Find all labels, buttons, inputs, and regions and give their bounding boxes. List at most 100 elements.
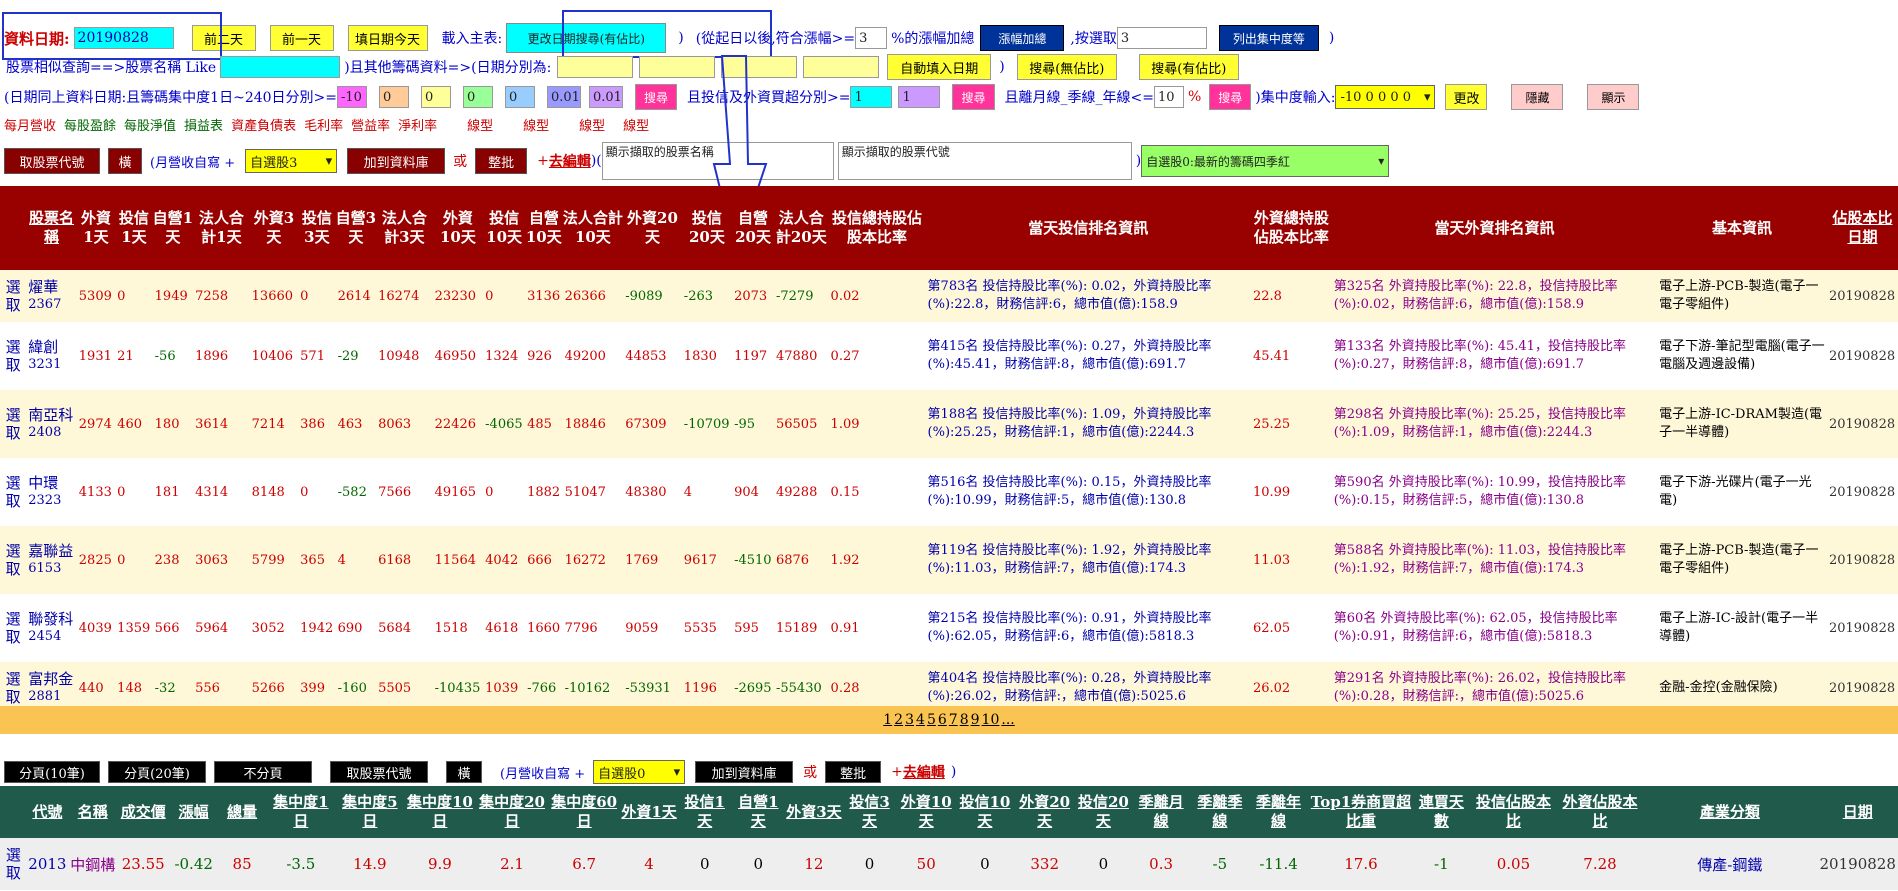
hide-button[interactable]: 隱藏 (1511, 84, 1564, 110)
page-link[interactable]: 7 (949, 712, 958, 728)
conc-input-7[interactable]: 0.01 (589, 86, 623, 108)
fetch-code-button-2[interactable]: 取股票代號 (330, 761, 428, 783)
pct: % (1187, 89, 1202, 105)
conc-input-6[interactable]: 0.01 (547, 86, 581, 108)
stock-name-input[interactable] (220, 56, 341, 78)
page-link[interactable]: 2 (894, 712, 903, 728)
search-no-ratio-button[interactable]: 搜尋(無佔比) (1016, 54, 1117, 80)
select-link[interactable]: 選取 (0, 594, 27, 662)
custom-select[interactable]: 自選股3 ▾ (245, 149, 338, 173)
auto-fill-date-button[interactable]: 自動填入日期 (887, 54, 992, 80)
code-textarea[interactable]: 顯示擷取的股票代號 (837, 142, 1132, 180)
custom-select-2[interactable]: 自選股0 ▾ (593, 760, 686, 784)
stock-code: 2323 (28, 493, 62, 508)
select-input[interactable]: 3 (1116, 27, 1207, 49)
ma-search-button[interactable]: 搜尋 (1209, 84, 1252, 110)
link-balance[interactable]: 資產負債表 (231, 115, 296, 134)
horizontal-button[interactable]: 橫 (108, 148, 142, 174)
page-link[interactable]: 6 (938, 712, 947, 728)
conc-input-2[interactable]: 0 (379, 86, 409, 108)
link-net[interactable]: 淨利率 (398, 115, 437, 134)
foreign-rank-info: 第590名 外資持股比率(%): 10.99，投信持股比率(%):0.15，財務… (1331, 458, 1658, 526)
value-cell: 1660 (525, 594, 563, 662)
stock-cell[interactable]: 聯發科 2454 (26, 594, 77, 662)
stock-cell[interactable]: 中環 2323 (26, 458, 77, 526)
fetch-code-button[interactable]: 取股票代號 (4, 148, 100, 174)
page-link[interactable]: 4 (916, 712, 925, 728)
conc-search-button[interactable]: 搜尋 (635, 84, 678, 110)
rise-sum-button[interactable]: 漲幅加總 (980, 25, 1065, 51)
select-link[interactable]: 選取 (0, 322, 27, 390)
column-header: 投信總持股佔股本比率 (828, 186, 926, 270)
stock-cell[interactable]: 緯創 3231 (26, 322, 77, 390)
conc-input-3[interactable]: 0 (421, 86, 451, 108)
link-income[interactable]: 損益表 (184, 115, 223, 134)
link-chart-3[interactable]: 線型 (579, 115, 605, 134)
conc-input-4[interactable]: 0 (463, 86, 493, 108)
trust-buy-input[interactable]: 1 (850, 86, 893, 108)
date-field-1[interactable] (557, 56, 634, 78)
change-button[interactable]: 更改 (1445, 84, 1488, 110)
link-op[interactable]: 營益率 (351, 115, 390, 134)
select-link[interactable]: 選取 (0, 270, 27, 322)
buy-search-button[interactable]: 搜尋 (952, 84, 995, 110)
horizontal-button-2[interactable]: 橫 (446, 761, 482, 783)
stock-cell[interactable]: 嘉聯益 6153 (26, 526, 77, 594)
value-cell: -95 (732, 390, 774, 458)
select-link[interactable]: 選取 (0, 838, 27, 890)
group-select[interactable]: 自選股0:最新的籌碼四季紅 ▾ (1141, 145, 1390, 177)
link-monthly-revenue[interactable]: 每月營收 (4, 115, 56, 134)
select-link[interactable]: 選取 (0, 458, 27, 526)
page-10-button[interactable]: 分頁(10筆) (4, 761, 100, 783)
foreign-buy-input[interactable]: 1 (898, 86, 941, 108)
rise-input[interactable]: 3 (855, 27, 888, 49)
link-chart-4[interactable]: 線型 (623, 115, 649, 134)
link-gross[interactable]: 毛利率 (304, 115, 343, 134)
conc-input-1[interactable]: -10 (337, 86, 367, 108)
link-chart-2[interactable]: 線型 (523, 115, 549, 134)
link-eps[interactable]: 每股盈餘 (64, 115, 116, 134)
add-db-button-2[interactable]: 加到資料庫 (695, 761, 794, 783)
list-concentration-button[interactable]: 列出集中度等 (1218, 25, 1319, 51)
page-link[interactable]: 10 (982, 712, 1000, 728)
value-cell: 1931 (76, 322, 116, 390)
add-db-button[interactable]: 加到資料庫 (347, 148, 446, 174)
show-button[interactable]: 顯示 (1587, 84, 1640, 110)
value-cell: 904 (732, 458, 774, 526)
page-link[interactable]: ... (1001, 712, 1014, 728)
select-link[interactable]: 選取 (0, 390, 27, 458)
fill-today-button[interactable]: 填日期今天 (347, 25, 428, 51)
column-header: 外資總持股佔股本比率 (1250, 186, 1332, 270)
value-cell: 4042 (483, 526, 526, 594)
value-cell: 2073 (732, 270, 774, 322)
conc-select[interactable]: -10 0 0 0 0 ▾ (1335, 85, 1436, 109)
page-link[interactable]: 9 (971, 712, 980, 728)
edit-link-2[interactable]: 去編輯 (903, 762, 945, 782)
value-cell: 85 (218, 838, 266, 890)
value-cell: 0 (298, 458, 336, 526)
link-chart-1[interactable]: 線型 (467, 115, 493, 134)
page-link[interactable]: 3 (905, 712, 914, 728)
batch-button[interactable]: 整批 (475, 148, 528, 174)
prev-day-button[interactable]: 前一天 (269, 25, 334, 51)
edit-link[interactable]: 去編輯 (549, 151, 591, 171)
conc-input-5[interactable]: 0 (505, 86, 535, 108)
stock-cell[interactable]: 燿華 2367 (26, 270, 77, 322)
page-20-button[interactable]: 分頁(20筆) (108, 761, 206, 783)
search-with-ratio-button[interactable]: 搜尋(有佔比) (1138, 54, 1239, 80)
value-cell: -263 (681, 270, 733, 322)
batch-button-2[interactable]: 整批 (825, 761, 882, 783)
select-link[interactable]: 選取 (0, 526, 27, 594)
date-field-4[interactable] (803, 56, 880, 78)
no-page-button[interactable]: 不分頁 (214, 761, 312, 783)
link-bvps[interactable]: 每股淨值 (124, 115, 176, 134)
page-link[interactable]: 1 (883, 712, 892, 728)
ma-input[interactable]: 10 (1153, 86, 1184, 108)
column-header: 投信10天 (483, 186, 526, 270)
page-link[interactable]: 8 (960, 712, 969, 728)
page-link[interactable]: 5 (927, 712, 936, 728)
stock-cell[interactable]: 南亞科 2408 (26, 390, 77, 458)
value-cell: 1769 (623, 526, 682, 594)
column-header: 日期 (1817, 786, 1898, 838)
similar-row: 股票相似查詢==>股票名稱 Like )且其他籌碼資料=>(日期分別為: 自動填… (6, 54, 1239, 80)
